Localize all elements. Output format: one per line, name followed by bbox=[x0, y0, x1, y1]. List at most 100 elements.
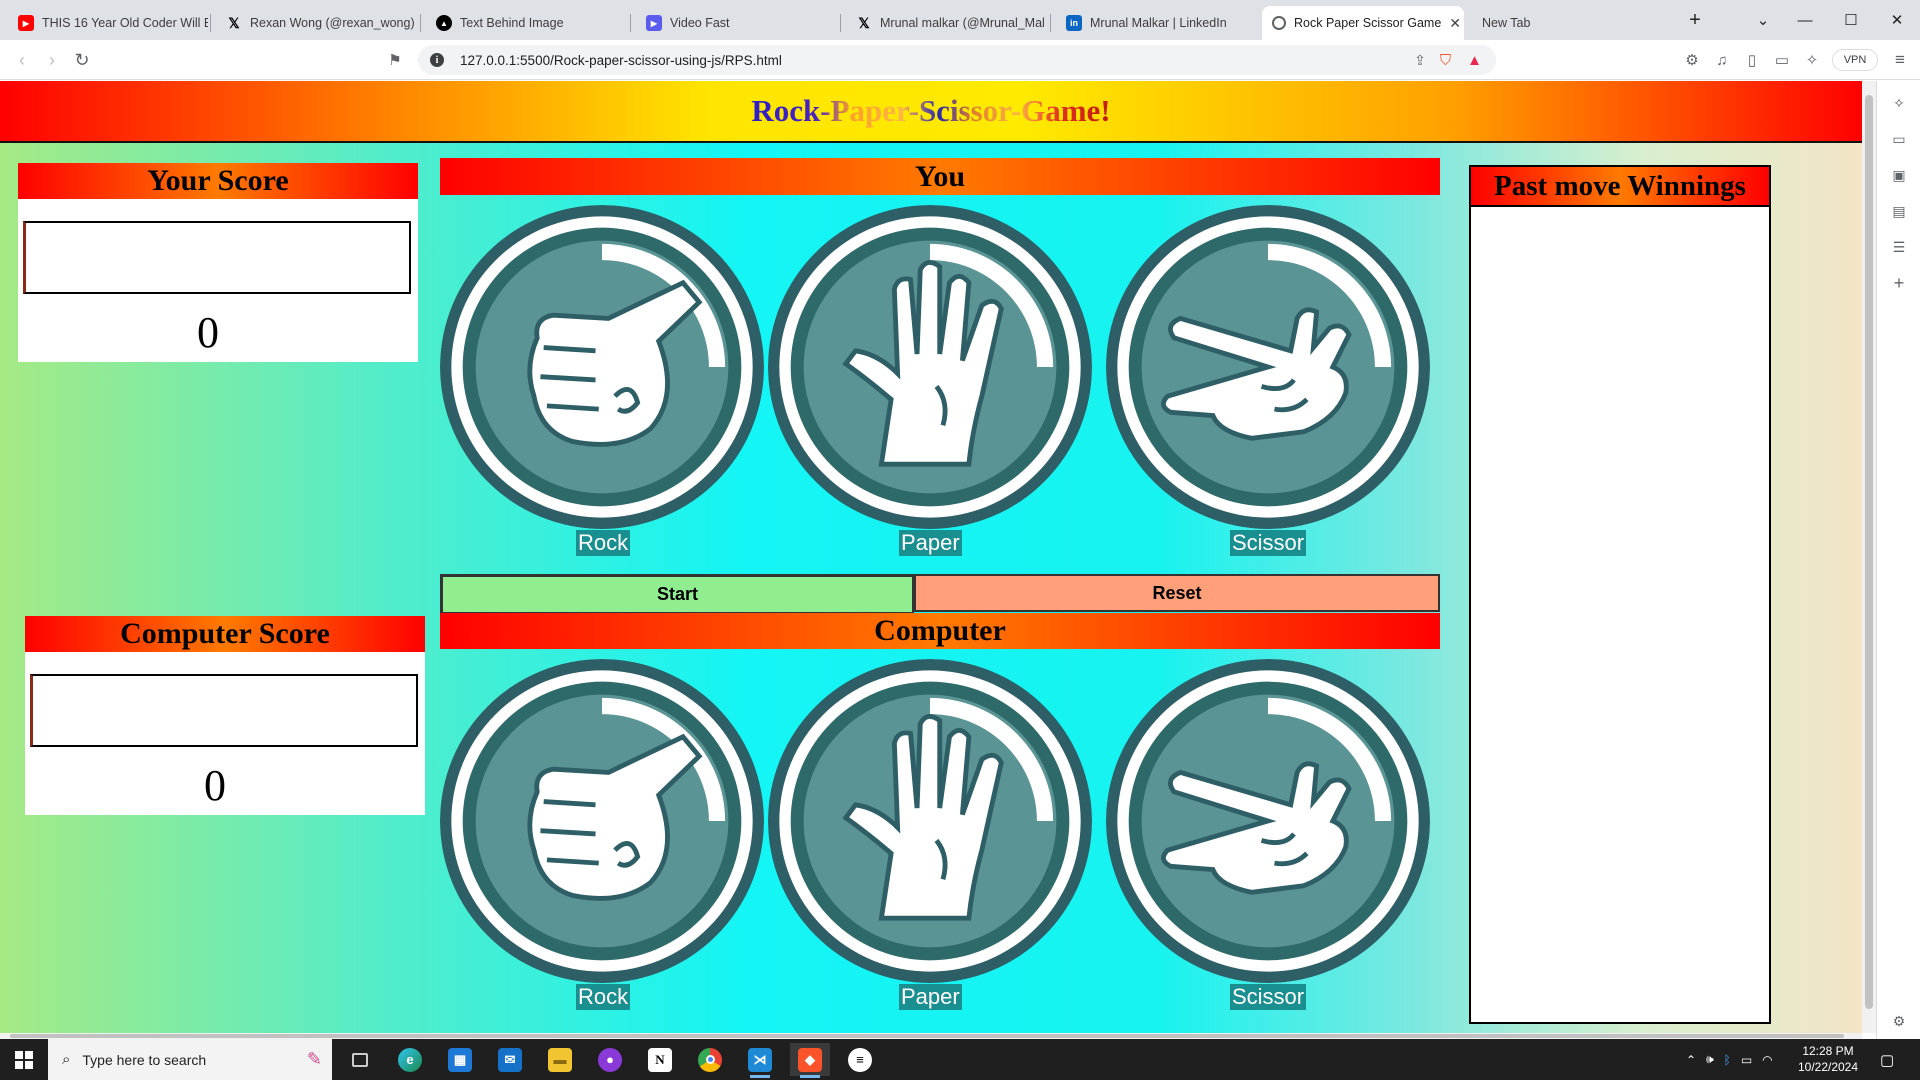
taskbar-clock[interactable]: 12:28 PM 10/22/2024 bbox=[1790, 1043, 1866, 1075]
player-scissor-choice[interactable] bbox=[1106, 205, 1430, 529]
volume-icon[interactable]: 🕪 bbox=[1706, 1052, 1714, 1067]
news-icon[interactable]: ☰ bbox=[1889, 237, 1909, 257]
scrollbar-thumb[interactable] bbox=[10, 1034, 1844, 1038]
player-paper-label: Paper bbox=[899, 530, 962, 556]
tab-video-fast[interactable]: ▶ Video Fast bbox=[636, 6, 836, 40]
rock-icon bbox=[440, 659, 764, 983]
side-settings-icon[interactable]: ⚙ bbox=[1889, 1011, 1909, 1031]
past-move-winnings-panel: Past move Winnings bbox=[1469, 165, 1771, 1024]
task-view-icon bbox=[352, 1052, 368, 1067]
task-view-button[interactable] bbox=[340, 1043, 380, 1076]
windows-start-button[interactable] bbox=[0, 1039, 48, 1080]
new-tab-button[interactable]: + bbox=[1672, 0, 1718, 40]
vpn-button[interactable]: VPN bbox=[1832, 49, 1878, 71]
store-app[interactable]: ▦ bbox=[440, 1043, 480, 1076]
battery-icon[interactable]: ▭ bbox=[1741, 1053, 1752, 1067]
player-paper-choice[interactable] bbox=[768, 205, 1092, 529]
tab-strip: ▶ THIS 16 Year Old Coder Will B 𝕏 Rexan … bbox=[0, 0, 1920, 40]
computer-rock-choice bbox=[440, 659, 764, 983]
forward-arrow-icon[interactable]: › bbox=[40, 48, 64, 72]
leo-sparkle-icon[interactable]: ✧ bbox=[1889, 93, 1909, 113]
browser-toolbar: ‹ › ↻ ⚑ i 127.0.0.1:5500/Rock-paper-scis… bbox=[0, 40, 1920, 80]
your-score-value: 0 bbox=[197, 308, 219, 357]
system-tray: ⌃ 🕪 ᛒ ▭ ◠ bbox=[1686, 1039, 1773, 1080]
mail-app[interactable]: ✉ bbox=[490, 1043, 530, 1076]
chrome-icon bbox=[698, 1047, 722, 1072]
tab-text-behind-image[interactable]: ▲ Text Behind Image bbox=[426, 6, 626, 40]
scrollbar-thumb[interactable] bbox=[1865, 95, 1873, 1009]
tab-title: Rexan Wong (@rexan_wong) / bbox=[250, 16, 416, 30]
add-panel-icon[interactable]: + bbox=[1889, 273, 1909, 293]
wallet-side-icon[interactable]: ▣ bbox=[1889, 165, 1909, 185]
tab-mrunal-x[interactable]: 𝕏 Mrunal malkar (@Mrunal_Mal bbox=[846, 6, 1046, 40]
vpn-label: VPN bbox=[1843, 54, 1867, 66]
rock-icon bbox=[440, 205, 764, 529]
share-icon[interactable]: ⇪ bbox=[1414, 52, 1426, 69]
minimize-icon[interactable]: — bbox=[1782, 0, 1828, 40]
browser-side-panel: ✧ ▭ ▣ ▤ ☰ + ⚙ bbox=[1876, 81, 1920, 1039]
file-explorer-app[interactable]: ▬ bbox=[540, 1043, 580, 1076]
reload-icon[interactable]: ↻ bbox=[70, 48, 94, 72]
leo-ai-icon[interactable]: ✧ bbox=[1802, 50, 1822, 70]
tab-search-chevron-icon[interactable]: ⌄ bbox=[1740, 0, 1786, 40]
player-scissor-label: Scissor bbox=[1230, 530, 1307, 556]
tab-title: THIS 16 Year Old Coder Will B bbox=[42, 16, 208, 30]
close-tab-icon[interactable]: ✕ bbox=[1441, 15, 1461, 32]
start-button[interactable]: Start bbox=[440, 574, 914, 615]
notifications-icon[interactable]: ▢ bbox=[1880, 1039, 1894, 1080]
reset-button[interactable]: Reset bbox=[914, 574, 1440, 612]
page-header: Rock-Paper-Scissor-Game! bbox=[0, 81, 1862, 143]
tab-rock-paper-scissor[interactable]: Rock Paper Scissor Game ✕ bbox=[1262, 6, 1464, 40]
tab-title: Text Behind Image bbox=[460, 16, 564, 30]
bluetooth-icon[interactable]: ᛒ bbox=[1724, 1053, 1731, 1067]
notion-app[interactable]: N bbox=[640, 1043, 680, 1076]
tab-title: Mrunal malkar (@Mrunal_Mal bbox=[880, 16, 1045, 30]
store-icon: ▦ bbox=[448, 1047, 472, 1072]
computer-score-field[interactable] bbox=[30, 674, 418, 747]
menu-icon[interactable]: ≡ bbox=[1890, 50, 1910, 70]
edge-icon: e bbox=[398, 1047, 422, 1072]
tab-linkedin[interactable]: in Mrunal Malkar | LinkedIn bbox=[1056, 6, 1256, 40]
computer-heading: Computer bbox=[440, 613, 1440, 649]
paper-icon bbox=[768, 205, 1092, 529]
close-window-icon[interactable]: ✕ bbox=[1874, 0, 1920, 40]
wallet-icon[interactable]: ▭ bbox=[1772, 50, 1792, 70]
bookmarks-side-icon[interactable]: ▤ bbox=[1889, 201, 1909, 221]
edge-app[interactable]: e bbox=[390, 1043, 430, 1076]
you-heading: You bbox=[440, 158, 1440, 195]
tab-youtube[interactable]: ▶ THIS 16 Year Old Coder Will B bbox=[8, 6, 208, 40]
maximize-icon[interactable]: ☐ bbox=[1828, 0, 1874, 40]
tray-overflow-icon[interactable]: ⌃ bbox=[1686, 1053, 1696, 1067]
tab-title: New Tab bbox=[1482, 16, 1531, 30]
tab-rexan[interactable]: 𝕏 Rexan Wong (@rexan_wong) / bbox=[216, 6, 416, 40]
computer-paper-label: Paper bbox=[899, 984, 962, 1010]
back-arrow-icon[interactable]: ‹ bbox=[10, 48, 34, 72]
chrome-app[interactable] bbox=[690, 1043, 730, 1076]
sidebar-toggle-icon[interactable]: ▯ bbox=[1742, 50, 1762, 70]
vscode-app[interactable]: ⋊ bbox=[740, 1043, 780, 1078]
your-score-field[interactable] bbox=[23, 221, 411, 294]
reading-list-icon[interactable]: ▭ bbox=[1889, 129, 1909, 149]
tab-new-tab[interactable]: New Tab bbox=[1472, 6, 1672, 40]
taskbar-search-box[interactable]: ⌕ Type here to search ✎ bbox=[48, 1039, 332, 1080]
extensions-icon[interactable]: ⚙ bbox=[1682, 50, 1702, 70]
site-info-icon[interactable]: i bbox=[430, 53, 444, 67]
play-icon: ▶ bbox=[646, 15, 662, 31]
wifi-icon[interactable]: ◠ bbox=[1762, 1053, 1772, 1067]
vscode-icon: ⋊ bbox=[748, 1047, 772, 1072]
tab-title: Rock Paper Scissor Game bbox=[1294, 16, 1442, 30]
brave-rewards-icon[interactable]: ▲ bbox=[1467, 52, 1482, 69]
brave-shield-icon[interactable]: ⛉ bbox=[1440, 52, 1451, 69]
vertical-scrollbar[interactable] bbox=[1862, 81, 1876, 1033]
brave-app[interactable]: ◆ bbox=[790, 1043, 830, 1078]
github-app[interactable]: ● bbox=[590, 1043, 630, 1076]
player-rock-choice[interactable] bbox=[440, 205, 764, 529]
address-bar[interactable]: i 127.0.0.1:5500/Rock-paper-scissor-usin… bbox=[418, 45, 1496, 75]
tasks-app[interactable]: ≡ bbox=[840, 1043, 880, 1076]
notion-icon: N bbox=[648, 1047, 672, 1072]
tab-title: Mrunal Malkar | LinkedIn bbox=[1090, 16, 1227, 30]
bookmark-icon[interactable]: ⚑ bbox=[383, 48, 407, 72]
computer-paper-choice bbox=[768, 659, 1092, 983]
media-icon[interactable]: ♫ bbox=[1712, 50, 1732, 70]
tab-title: Video Fast bbox=[670, 16, 730, 30]
